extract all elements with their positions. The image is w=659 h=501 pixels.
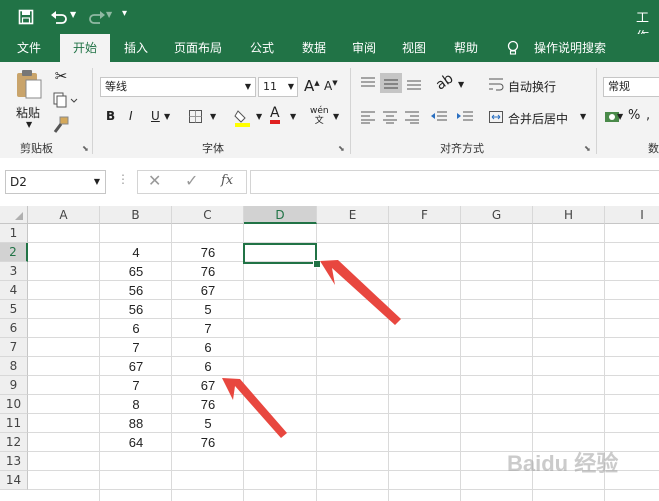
tab-formulas[interactable]: 公式 xyxy=(240,34,284,62)
font-name-combo[interactable]: 等线 ▼ xyxy=(100,77,256,97)
phonetic-guide-icon[interactable]: wén 文 xyxy=(310,106,329,126)
paste-dropdown-icon[interactable]: ▼ xyxy=(26,120,32,129)
number-format-combo[interactable]: 常规 xyxy=(603,77,659,97)
customize-quick-access-icon[interactable]: ▾ xyxy=(122,8,127,19)
chevron-down-icon[interactable]: ▼ xyxy=(290,112,296,121)
format-painter-icon[interactable] xyxy=(52,116,70,134)
chevron-down-icon[interactable]: ▼ xyxy=(164,112,170,121)
chevron-down-icon[interactable]: ▼ xyxy=(580,112,586,121)
alignment-launcher-icon[interactable]: ⬊ xyxy=(584,144,591,153)
paste-label[interactable]: 粘贴 xyxy=(16,104,40,121)
cut-icon[interactable]: ✂ xyxy=(52,68,70,84)
clipboard-group-label: 剪贴板 xyxy=(20,142,53,155)
comma-style-icon[interactable]: , xyxy=(646,108,650,123)
redo-icon[interactable] xyxy=(86,9,106,25)
undo-dropdown-icon[interactable]: ▼ xyxy=(70,10,76,19)
bold-button[interactable]: B xyxy=(106,109,115,123)
undo-icon[interactable] xyxy=(50,9,70,25)
font-name-value: 等线 xyxy=(105,80,127,93)
enter-icon[interactable]: ✓ xyxy=(185,171,198,190)
tab-insert[interactable]: 插入 xyxy=(114,34,158,62)
font-launcher-icon[interactable]: ⬊ xyxy=(338,144,345,153)
save-icon[interactable] xyxy=(18,9,34,25)
tab-tell-me[interactable]: 操作说明搜索 xyxy=(530,34,610,62)
font-grow-icon[interactable]: A▲ xyxy=(304,77,320,95)
chevron-down-icon[interactable]: ▼ xyxy=(617,112,623,121)
align-bottom-icon[interactable] xyxy=(406,76,422,90)
decrease-indent-icon[interactable] xyxy=(430,110,448,124)
italic-button[interactable]: I xyxy=(129,109,133,123)
chevron-down-icon[interactable]: ▼ xyxy=(288,78,294,96)
tab-page-layout[interactable]: 页面布局 xyxy=(166,34,230,62)
align-middle-icon xyxy=(384,79,398,89)
chevron-down-icon[interactable]: ▼ xyxy=(333,112,339,121)
ribbon-tabs: 文件 开始 插入 页面布局 公式 数据 审阅 视图 帮助 操作说明搜索 xyxy=(0,34,659,62)
chevron-down-icon[interactable]: ▼ xyxy=(245,78,251,96)
font-color-icon[interactable]: A xyxy=(270,106,280,124)
redo-dropdown-icon[interactable]: ▼ xyxy=(106,10,112,19)
fill-color-icon[interactable] xyxy=(234,107,252,127)
more-options-icon: ⋮ xyxy=(117,172,129,186)
alignment-group-label: 对齐方式 xyxy=(440,142,484,155)
borders-icon[interactable] xyxy=(188,109,204,125)
tab-home[interactable]: 开始 xyxy=(60,34,110,62)
ribbon-home: 粘贴 ▼ ✂ 剪贴板 ⬊ 等线 ▼ 11 ▼ A▲ A▼ B I U ▼ ▼ ▼… xyxy=(0,62,659,159)
number-group-label: 数 xyxy=(648,142,659,155)
name-box-value: D2 xyxy=(10,175,27,189)
tab-file[interactable]: 文件 xyxy=(6,34,52,62)
cancel-icon[interactable]: ✕ xyxy=(148,171,161,190)
merge-center-icon[interactable] xyxy=(488,109,504,125)
increase-indent-icon[interactable] xyxy=(456,110,474,124)
merge-center-label[interactable]: 合并后居中 xyxy=(508,110,568,127)
chevron-down-icon[interactable]: ▼ xyxy=(94,171,100,193)
tab-data[interactable]: 数据 xyxy=(292,34,336,62)
wrap-text-icon[interactable] xyxy=(488,76,504,92)
orientation-icon[interactable]: ab xyxy=(433,70,456,93)
formula-input[interactable] xyxy=(250,170,659,194)
insert-function-button[interactable]: fx xyxy=(221,173,233,188)
align-center-icon[interactable] xyxy=(382,110,398,124)
align-middle-button[interactable] xyxy=(380,73,402,93)
paste-icon[interactable] xyxy=(14,68,44,100)
tab-review[interactable]: 审阅 xyxy=(342,34,386,62)
formula-bar: D2 ▼ ⋮ ✕ ✓ fx xyxy=(0,158,659,206)
underline-button[interactable]: U xyxy=(151,109,160,123)
red-arrow-to-c-column xyxy=(222,378,287,438)
align-top-icon[interactable] xyxy=(360,76,376,90)
lightbulb-icon xyxy=(507,40,519,55)
tab-help[interactable]: 帮助 xyxy=(444,34,488,62)
number-format-value: 常规 xyxy=(608,80,630,93)
wrap-text-label[interactable]: 自动换行 xyxy=(508,78,556,95)
title-bar: ▼ ▼ ▾ 工作 xyxy=(0,0,659,45)
red-arrow-to-d2 xyxy=(320,260,401,325)
clipboard-launcher-icon[interactable]: ⬊ xyxy=(82,144,89,153)
watermark: Baidu 经验 xyxy=(507,451,619,476)
align-left-icon[interactable] xyxy=(360,110,376,124)
name-box[interactable]: D2 ▼ xyxy=(5,170,106,194)
font-shrink-icon[interactable]: A▼ xyxy=(324,79,338,93)
percent-style-button[interactable]: % xyxy=(628,108,640,123)
tab-view[interactable]: 视图 xyxy=(392,34,436,62)
chevron-down-icon[interactable]: ▼ xyxy=(458,80,464,89)
copy-icon[interactable] xyxy=(52,92,78,108)
font-size-combo[interactable]: 11 ▼ xyxy=(258,77,298,97)
align-right-icon[interactable] xyxy=(404,110,420,124)
chevron-down-icon[interactable]: ▼ xyxy=(210,112,216,121)
font-size-value: 11 xyxy=(263,80,277,93)
font-group-label: 字体 xyxy=(202,142,224,155)
chevron-down-icon[interactable]: ▼ xyxy=(256,112,262,121)
spreadsheet-grid: ABCDEFGHI 1 2 3 4 5 6 7 8 9 10 11 12 13 14 4 65 56 56 6 7 6… xyxy=(0,206,659,501)
